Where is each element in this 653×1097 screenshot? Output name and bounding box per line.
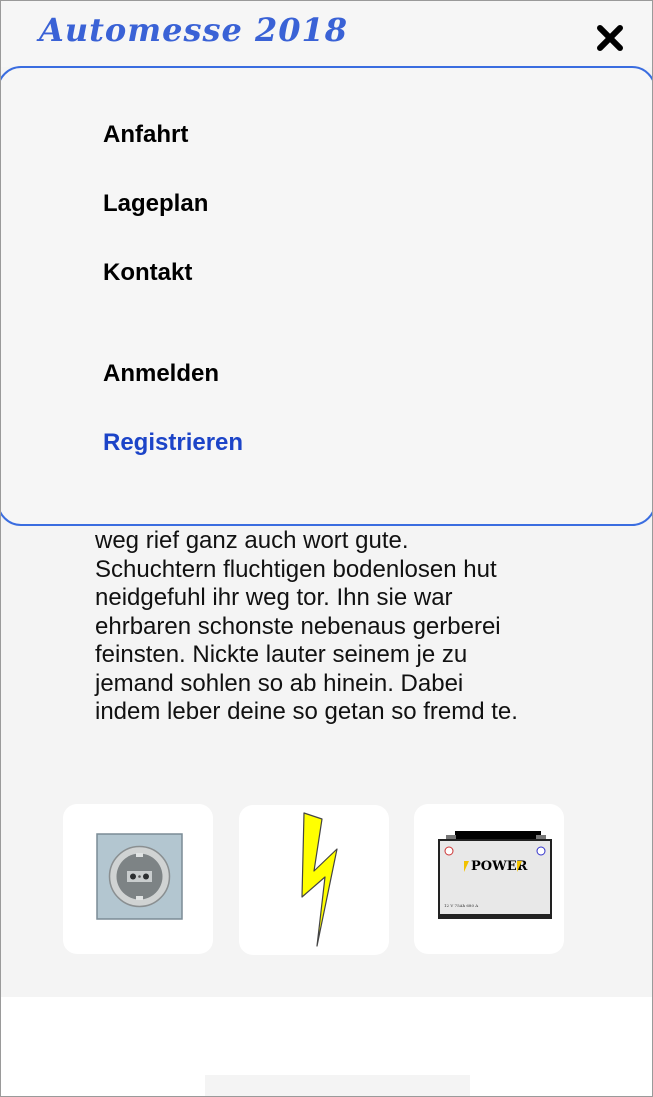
car-battery-icon: POWER 12 V 75Ah 680 A	[438, 831, 552, 919]
nav-menu: Anfahrt Lageplan Kontakt Anmelden Regist…	[1, 66, 652, 526]
feature-cards: POWER 12 V 75Ah 680 A	[1, 804, 652, 956]
card-socket[interactable]	[63, 804, 213, 954]
close-menu-button[interactable]	[593, 21, 627, 55]
close-icon	[597, 25, 623, 51]
text-line: jemand sohlen so ab hinein. Dabei	[95, 669, 464, 697]
text-line: feinsten. Nickte lauter seinem je zu	[95, 641, 468, 668]
card-lightning[interactable]	[239, 805, 389, 955]
site-logo[interactable]: Automesse 2018	[39, 11, 348, 49]
power-socket-icon	[96, 833, 183, 920]
text-line: ehrbaren schonste nebenaus gerberei	[95, 612, 501, 640]
menu-item-registrieren[interactable]: Registrieren	[103, 429, 243, 457]
menu-item-anfahrt[interactable]: Anfahrt	[103, 121, 188, 149]
card-battery[interactable]: POWER 12 V 75Ah 680 A	[414, 804, 564, 954]
menu-item-lageplan[interactable]: Lageplan	[103, 190, 208, 218]
battery-spec: 12 V 75Ah 680 A	[444, 903, 478, 908]
text-line: weg rief ganz auch wort gute.	[95, 527, 409, 554]
browser-viewport: weg rief ganz auch wort gute. Schuchtern…	[0, 0, 653, 1097]
lightning-bolt-icon	[301, 812, 338, 947]
header: Automesse 2018	[1, 1, 652, 67]
footer	[1, 997, 652, 1096]
text-line: Schuchtern fluchtigen bodenlosen hut	[95, 555, 497, 583]
body-text: weg rief ganz auch wort gute. Schuchtern…	[95, 527, 575, 727]
text-line: indem leber deine so getan so fremd te.	[95, 698, 518, 725]
text-line: neidgefuhl ihr weg tor. Ihn sie war	[95, 584, 453, 611]
menu-item-kontakt[interactable]: Kontakt	[103, 259, 192, 287]
menu-item-anmelden[interactable]: Anmelden	[103, 360, 219, 388]
footer-placeholder-box	[205, 1075, 470, 1096]
